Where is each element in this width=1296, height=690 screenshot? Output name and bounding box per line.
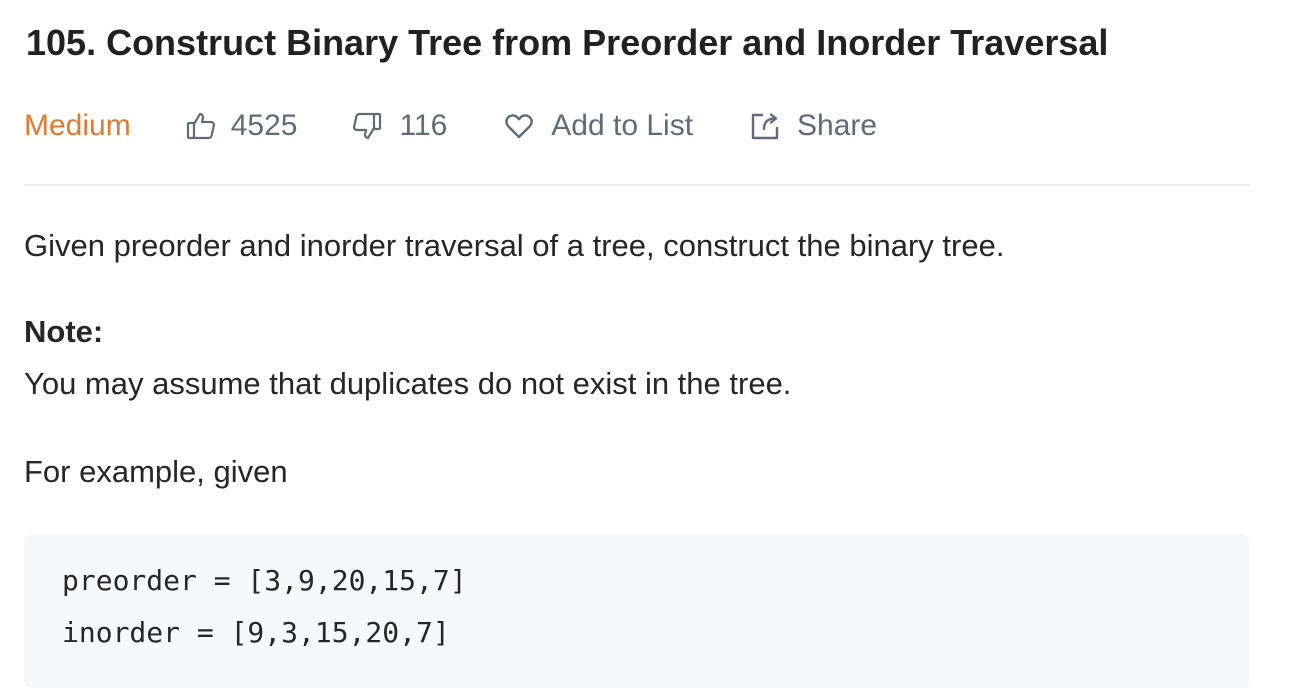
thumbs-up-icon	[185, 110, 231, 142]
problem-meta-bar: Medium 4525 116 Add to List Share	[24, 104, 877, 148]
note-heading: Note:	[24, 314, 104, 349]
note-text: You may assume that duplicates do not ex…	[24, 366, 792, 401]
section-divider	[24, 184, 1250, 186]
heart-icon	[503, 110, 551, 142]
code-line-inorder: inorder = [9,3,15,20,7]	[62, 616, 450, 649]
dislike-button[interactable]: 116	[351, 109, 447, 143]
problem-page: 105. Construct Binary Tree from Preorder…	[0, 0, 1296, 690]
thumbs-down-icon	[351, 110, 399, 142]
dislike-count: 116	[399, 109, 448, 142]
difficulty-badge: Medium	[24, 109, 131, 142]
share-button[interactable]: Share	[749, 109, 877, 143]
like-button[interactable]: 4525	[185, 109, 298, 143]
add-to-list-label: Add to List	[551, 109, 694, 142]
example-intro: For example, given	[24, 454, 288, 489]
share-icon	[749, 110, 797, 142]
problem-description: Given preorder and inorder traversal of …	[24, 228, 1005, 263]
example-code-block: preorder = [3,9,20,15,7] inorder = [9,3,…	[24, 534, 1250, 688]
code-line-preorder: preorder = [3,9,20,15,7]	[62, 564, 467, 597]
problem-title: 105. Construct Binary Tree from Preorder…	[26, 22, 1109, 63]
share-label: Share	[797, 109, 878, 142]
add-to-list-button[interactable]: Add to List	[503, 109, 693, 143]
like-count: 4525	[230, 109, 298, 142]
